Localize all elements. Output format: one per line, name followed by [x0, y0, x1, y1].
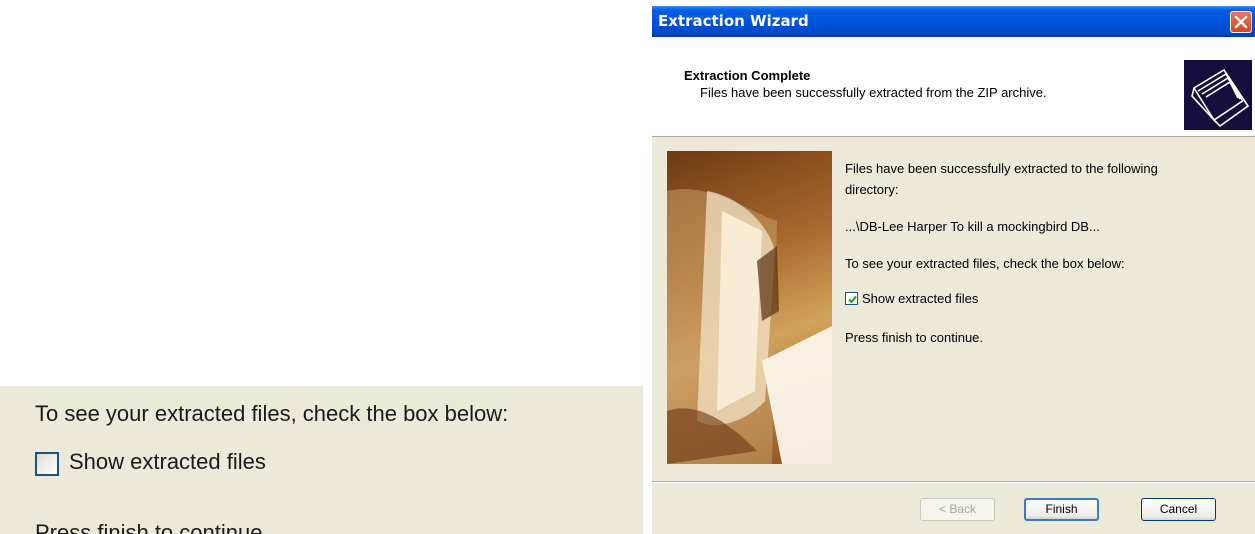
wizard-side-image: [667, 151, 832, 464]
back-button[interactable]: < Back: [920, 498, 995, 521]
header-title: Extraction Complete: [684, 68, 811, 83]
title-bar[interactable]: Extraction Wizard: [652, 6, 1255, 37]
close-icon: [1234, 15, 1248, 29]
zoom-show-files-checkbox[interactable]: [35, 452, 59, 476]
header-subtitle: Files have been successfully extracted f…: [700, 85, 1047, 100]
checkmark-icon: [848, 295, 857, 304]
zoomed-detail-panel: To see your extracted files, check the b…: [0, 386, 643, 534]
close-button[interactable]: [1230, 11, 1252, 33]
zoom-continue-text: Press finish to continue.: [35, 520, 269, 534]
success-message-line2: directory:: [845, 182, 899, 197]
success-message-line1: Files have been successfully extracted t…: [845, 161, 1158, 176]
cancel-button[interactable]: Cancel: [1141, 498, 1216, 521]
wizard-header: Extraction Complete Files have been succ…: [652, 37, 1255, 137]
footer-divider: [652, 481, 1255, 483]
extract-path: ...\DB-Lee Harper To kill a mockingbird …: [845, 219, 1100, 234]
show-extracted-files-checkbox[interactable]: [845, 292, 858, 305]
continue-text: Press finish to continue.: [845, 330, 984, 345]
show-extracted-files-label[interactable]: Show extracted files: [862, 291, 978, 306]
window-title: Extraction Wizard: [658, 12, 809, 30]
finish-button[interactable]: Finish: [1024, 498, 1099, 521]
zoom-instruction-text: To see your extracted files, check the b…: [35, 401, 509, 426]
folders-icon: [1184, 60, 1252, 130]
extraction-wizard-window: Extraction Wizard Extraction Complete Fi…: [652, 6, 1255, 534]
instruction-text: To see your extracted files, check the b…: [845, 256, 1125, 271]
zoom-show-files-label[interactable]: Show extracted files: [69, 449, 266, 475]
